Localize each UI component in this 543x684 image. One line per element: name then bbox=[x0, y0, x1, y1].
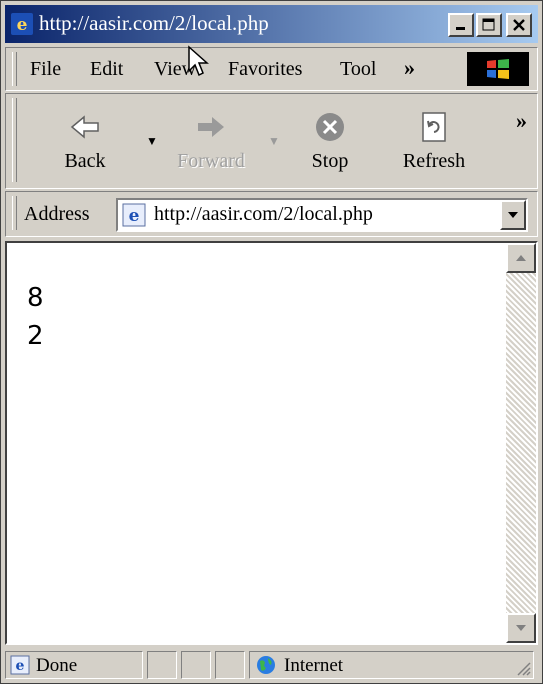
title-bar[interactable]: e http://aasir.com/2/local.php bbox=[5, 5, 538, 43]
maximize-icon bbox=[482, 18, 495, 31]
toolbar-grip[interactable] bbox=[12, 98, 17, 182]
minimize-button[interactable] bbox=[448, 13, 474, 37]
chevron-down-icon bbox=[508, 212, 518, 218]
back-label: Back bbox=[64, 150, 106, 172]
forward-dropdown-arrow[interactable]: ▼ bbox=[268, 134, 280, 149]
resize-grip-icon[interactable] bbox=[515, 660, 531, 676]
menu-bar: File Edit View Favorites Tool » bbox=[5, 47, 538, 91]
menu-overflow-chevron[interactable]: » bbox=[404, 55, 415, 81]
standard-toolbar: Back ▼ Forward ▼ Stop Refresh » bbox=[5, 93, 538, 189]
page-content[interactable]: 8 2 bbox=[5, 241, 538, 645]
globe-icon bbox=[257, 656, 275, 674]
address-url: http://aasir.com/2/local.php bbox=[154, 203, 373, 225]
address-input[interactable]: e http://aasir.com/2/local.php bbox=[116, 198, 528, 232]
svg-text:e: e bbox=[17, 15, 28, 35]
vertical-scrollbar[interactable] bbox=[506, 243, 536, 643]
status-text: Done bbox=[36, 655, 78, 676]
content-line: 2 bbox=[27, 321, 44, 351]
menu-edit[interactable]: Edit bbox=[90, 58, 123, 81]
windows-logo bbox=[467, 52, 529, 86]
refresh-button[interactable]: Refresh bbox=[384, 108, 484, 184]
window-title: http://aasir.com/2/local.php bbox=[39, 11, 269, 35]
windows-flag-icon bbox=[487, 59, 509, 79]
status-pane-zone: Internet bbox=[249, 651, 534, 679]
content-line: 8 bbox=[27, 283, 44, 313]
arrow-down-icon bbox=[516, 625, 526, 631]
menu-tools[interactable]: Tool bbox=[340, 58, 376, 81]
status-bar: e Done Internet bbox=[5, 649, 538, 681]
address-bar: Address e http://aasir.com/2/local.php bbox=[5, 191, 538, 237]
address-dropdown-button[interactable] bbox=[500, 200, 526, 230]
back-arrow-icon bbox=[70, 115, 99, 139]
close-button[interactable] bbox=[506, 13, 532, 37]
forward-button[interactable]: Forward bbox=[166, 108, 256, 184]
forward-arrow-icon bbox=[198, 117, 224, 137]
ie-logo-icon: e bbox=[11, 13, 33, 35]
forward-label: Forward bbox=[177, 150, 245, 172]
page-done-icon: e bbox=[10, 655, 30, 675]
address-label: Address bbox=[24, 203, 90, 225]
menu-file[interactable]: File bbox=[30, 58, 61, 81]
stop-label: Stop bbox=[311, 150, 349, 172]
address-grip[interactable] bbox=[12, 196, 17, 230]
status-pane-progress bbox=[147, 651, 177, 679]
toolbar-overflow-chevron[interactable]: » bbox=[516, 108, 527, 134]
menu-favorites[interactable]: Favorites bbox=[228, 58, 302, 81]
svg-text:e: e bbox=[16, 658, 25, 674]
maximize-button[interactable] bbox=[476, 13, 502, 37]
status-pane-main: e Done bbox=[5, 651, 143, 679]
status-pane-security bbox=[181, 651, 211, 679]
menu-grip[interactable] bbox=[12, 52, 17, 86]
refresh-icon bbox=[422, 112, 446, 142]
mouse-cursor-icon bbox=[188, 45, 209, 77]
arrow-up-icon bbox=[516, 255, 526, 261]
minimize-icon bbox=[456, 27, 465, 30]
browser-window: e http://aasir.com/2/local.php File Edit… bbox=[0, 0, 543, 684]
page-icon: e bbox=[122, 203, 146, 227]
svg-text:e: e bbox=[129, 206, 140, 226]
stop-button[interactable]: Stop bbox=[288, 108, 372, 184]
back-button[interactable]: Back bbox=[40, 108, 130, 184]
scroll-down-button[interactable] bbox=[506, 613, 536, 643]
close-icon bbox=[513, 19, 525, 31]
status-pane-privacy bbox=[215, 651, 245, 679]
stop-icon bbox=[316, 113, 344, 141]
back-dropdown-arrow[interactable]: ▼ bbox=[146, 134, 158, 149]
refresh-label: Refresh bbox=[402, 150, 466, 172]
scroll-up-button[interactable] bbox=[506, 243, 536, 273]
zone-text: Internet bbox=[284, 655, 344, 676]
